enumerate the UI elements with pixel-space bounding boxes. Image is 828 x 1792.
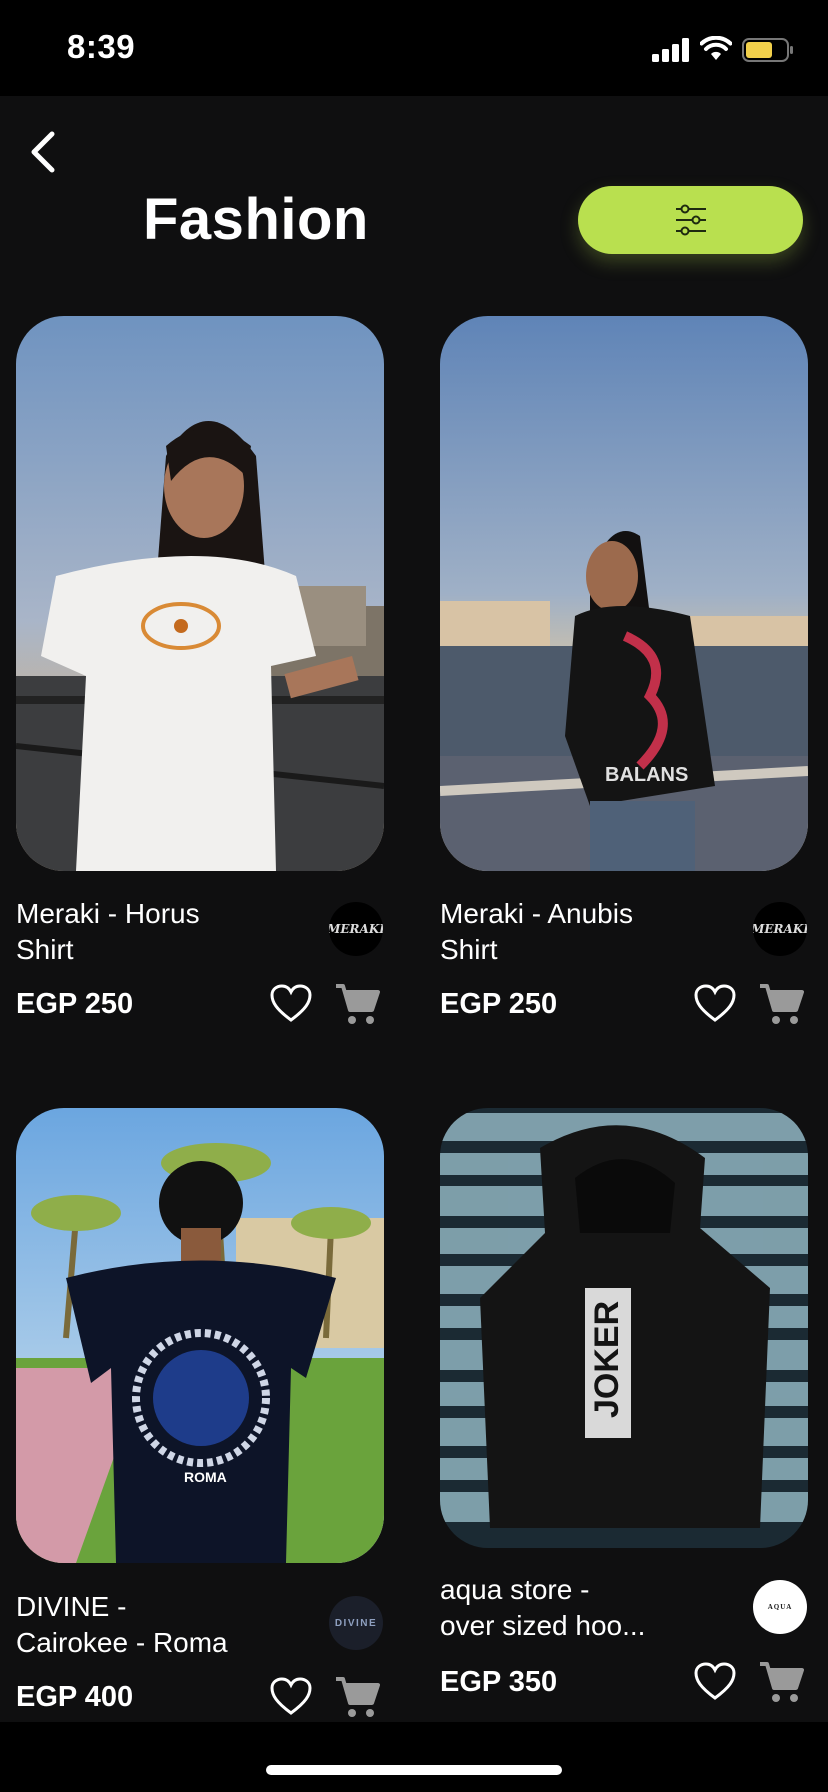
product-price: EGP 350 (440, 1666, 558, 1698)
cart-icon[interactable] (334, 982, 380, 1026)
cart-icon[interactable] (758, 982, 804, 1026)
chevron-left-icon (31, 131, 55, 173)
product-price: EGP 250 (16, 988, 134, 1020)
shirt-print-text: BALANS (605, 764, 688, 786)
product-image-anubis-shirt[interactable]: BALANS (440, 316, 808, 871)
heart-icon[interactable] (270, 984, 312, 1024)
back-button[interactable] (22, 126, 70, 178)
status-bar: 8:39 (0, 0, 828, 96)
cart-icon[interactable] (334, 1675, 380, 1719)
product-name[interactable]: Meraki - Horus Shirt (16, 896, 266, 968)
cart-icon[interactable] (758, 1660, 804, 1704)
product-price: EGP 400 (16, 1681, 134, 1713)
heart-icon[interactable] (694, 984, 736, 1024)
filter-button[interactable] (578, 186, 803, 254)
battery-icon (742, 38, 793, 62)
heart-icon[interactable] (270, 1677, 312, 1717)
product-image-horus-shirt[interactable] (16, 316, 384, 871)
heart-icon[interactable] (694, 1662, 736, 1702)
status-time: 8:39 (67, 28, 136, 65)
wifi-icon (700, 36, 732, 60)
product-image-roma-shirt[interactable]: ROMA (16, 1108, 384, 1563)
brand-logo-aqua[interactable]: AQUA (753, 1580, 807, 1634)
product-image-joker-hoodie[interactable]: JOKER (440, 1108, 808, 1548)
brand-logo-meraki[interactable]: MERAKI (753, 902, 807, 956)
sliders-icon (675, 204, 706, 236)
product-name[interactable]: aqua store - over sized hoo... (440, 1572, 690, 1644)
brand-logo-divine[interactable]: DIVINE (329, 1596, 383, 1650)
cellular-signal-icon (652, 38, 689, 62)
hoodie-print-text: JOKER (588, 1301, 626, 1418)
product-price: EGP 250 (440, 988, 558, 1020)
product-name[interactable]: Meraki - Anubis Shirt (440, 896, 690, 968)
shirt-print-text: ROMA (184, 1469, 227, 1485)
brand-logo-meraki[interactable]: MERAKI (329, 902, 383, 956)
page-title: Fashion (143, 187, 369, 252)
home-indicator[interactable] (266, 1765, 562, 1775)
product-name[interactable]: DIVINE - Cairokee - Roma (16, 1589, 266, 1661)
bottom-bar (0, 1722, 828, 1792)
